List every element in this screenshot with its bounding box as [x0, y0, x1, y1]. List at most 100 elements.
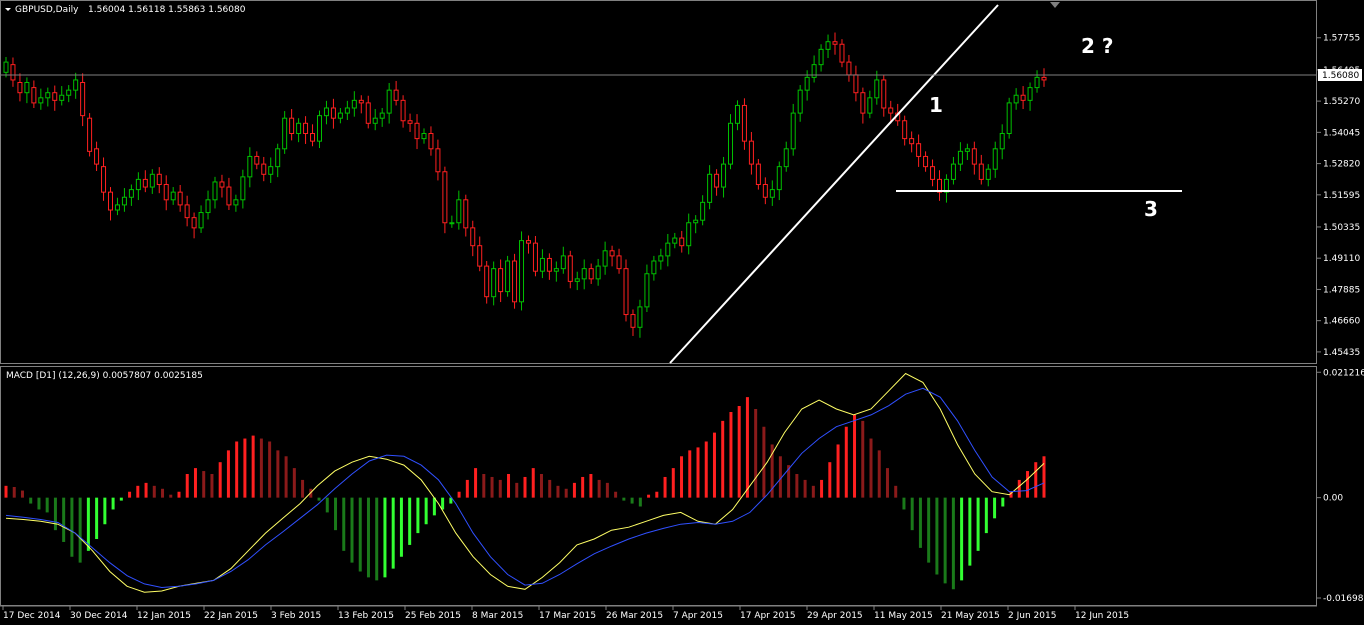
- candle-body: [804, 76, 810, 91]
- macd-panel-border: [0, 366, 1317, 606]
- candle-body: [177, 191, 183, 206]
- candle-body: [553, 268, 559, 272]
- candle-body: [602, 250, 608, 267]
- candle-body: [776, 166, 782, 191]
- time-tick-label: 12 Jun 2015: [1075, 611, 1129, 621]
- candle-body: [651, 260, 657, 275]
- candle-body: [665, 242, 671, 257]
- candle-body: [233, 199, 239, 206]
- time-tick-label: 7 Apr 2015: [673, 611, 723, 621]
- candle-body: [198, 212, 204, 229]
- candle-body: [964, 148, 970, 152]
- candle-body: [853, 74, 859, 94]
- candle-body: [303, 122, 309, 135]
- candle-body: [623, 268, 629, 316]
- candle-body: [107, 191, 113, 211]
- candle-body: [442, 171, 448, 224]
- time-tick-label: 25 Feb 2015: [405, 611, 461, 621]
- price-tick-label: 1.50335: [1323, 223, 1360, 233]
- candle-body: [707, 173, 713, 203]
- candle-body: [330, 107, 336, 119]
- macd-tick-label: 0.021216: [1323, 368, 1364, 378]
- candle-body: [846, 61, 852, 76]
- candle-body: [282, 117, 288, 150]
- candle-body: [456, 199, 462, 224]
- candle-body: [212, 181, 218, 201]
- candle-body: [1027, 87, 1033, 101]
- candle-body: [316, 115, 322, 142]
- candle-body: [532, 242, 538, 272]
- time-tick-label: 30 Dec 2014: [70, 611, 128, 621]
- time-tick-label: 17 Dec 2014: [3, 611, 61, 621]
- candle-body: [957, 150, 963, 165]
- candle-body: [930, 166, 936, 180]
- chart-shift-marker-icon[interactable]: [1050, 2, 1060, 8]
- price-panel-border: [0, 0, 1317, 364]
- candle-body: [525, 240, 531, 244]
- candle-body: [790, 112, 796, 150]
- candle-body: [449, 222, 455, 225]
- candle-body: [588, 268, 594, 280]
- candle-body: [783, 148, 789, 168]
- candle-body: [24, 82, 30, 94]
- price-tick-label: 1.54045: [1323, 128, 1360, 138]
- trading-chart: GBPUSD,Daily 1.56004 1.56118 1.55863 1.5…: [0, 0, 1364, 625]
- candle-body: [1006, 102, 1012, 135]
- candle-body: [714, 173, 720, 188]
- time-tick-label: 2 Jun 2015: [1008, 611, 1056, 621]
- macd-histogram: [4, 397, 1046, 590]
- candle-body: [909, 138, 915, 145]
- candle-body: [679, 237, 685, 247]
- candle-body: [52, 92, 58, 101]
- annotation-lines: [0, 4, 1317, 364]
- candle-body: [135, 178, 141, 191]
- candle-body: [38, 97, 44, 104]
- candle-body: [379, 112, 385, 119]
- candle-body: [240, 176, 246, 201]
- candle-body: [254, 155, 260, 165]
- candle-body: [888, 107, 894, 114]
- candle-body: [734, 104, 740, 124]
- time-tick-label: 26 Mar 2015: [606, 611, 663, 621]
- candle-body: [672, 237, 678, 244]
- candle-body: [10, 64, 16, 81]
- candle-body: [1020, 94, 1026, 101]
- candle-body: [94, 148, 100, 165]
- candle-body: [296, 122, 302, 135]
- time-tick-label: 3 Feb 2015: [271, 611, 321, 621]
- candle-body: [421, 133, 427, 140]
- candle-body: [839, 43, 845, 63]
- candle-body: [902, 120, 908, 140]
- price-axis: 1.577551.564951.552701.540451.528201.515…: [1317, 34, 1360, 358]
- candle-body: [818, 48, 824, 66]
- candle-body: [156, 173, 162, 186]
- price-tick-label: 1.57755: [1323, 34, 1360, 44]
- candle-body: [323, 107, 329, 117]
- time-axis: 17 Dec 2014 30 Dec 2014 12 Jan 2015 22 Jan …: [2, 606, 1129, 621]
- candle-body: [581, 268, 587, 280]
- dropdown-triangle-icon[interactable]: [5, 8, 11, 11]
- candle-body: [400, 99, 406, 122]
- candle-body: [825, 41, 831, 50]
- price-tick-label: 1.52820: [1323, 160, 1360, 170]
- candle-body: [226, 186, 232, 206]
- candle-body: [860, 92, 866, 114]
- annotation-3: 3: [1144, 197, 1158, 221]
- time-tick-label: 17 Apr 2015: [740, 611, 796, 621]
- macd-axis: 0.021216 0.00 -0.016983: [1317, 368, 1364, 604]
- candle-body: [630, 314, 636, 328]
- time-tick-label: 17 Mar 2015: [539, 611, 596, 621]
- candles-group: [3, 32, 1047, 338]
- candle-body: [17, 82, 23, 94]
- time-tick-label: 29 Apr 2015: [807, 611, 863, 621]
- time-tick-label: 22 Jan 2015: [204, 611, 258, 621]
- candle-body: [950, 163, 956, 180]
- candle-body: [80, 82, 86, 117]
- candle-body: [644, 273, 650, 308]
- symbol-label: GBPUSD,Daily: [15, 5, 79, 15]
- candle-body: [45, 92, 51, 99]
- candle-body: [985, 168, 991, 180]
- candle-body: [184, 204, 190, 219]
- candle-body: [748, 140, 754, 165]
- candle-body: [1034, 76, 1040, 89]
